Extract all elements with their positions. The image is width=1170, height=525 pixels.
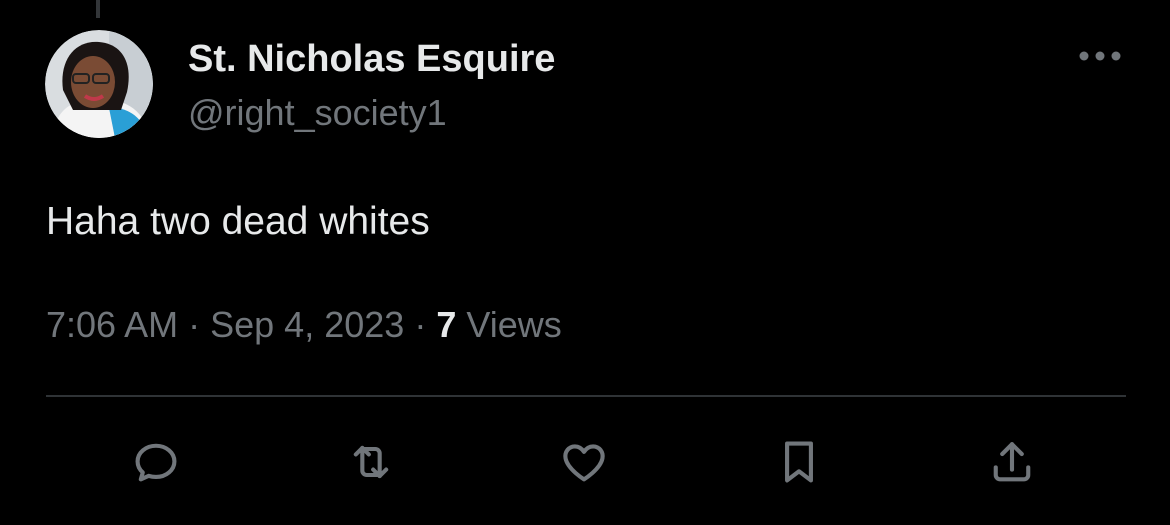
reply-icon	[135, 443, 177, 482]
tweet-time[interactable]: 7:06 AM	[46, 304, 178, 345]
retweet-icon	[353, 445, 389, 479]
reply-button[interactable]	[126, 432, 186, 492]
share-button[interactable]	[982, 432, 1042, 492]
divider	[46, 395, 1126, 397]
bookmark-button[interactable]	[769, 432, 829, 492]
display-name[interactable]: St. Nicholas Esquire	[188, 36, 555, 82]
like-icon	[563, 444, 605, 482]
retweet-button[interactable]	[341, 432, 401, 492]
tweet-metadata: 7:06 AM · Sep 4, 2023 · 7 Views	[46, 302, 562, 348]
tweet-text: Haha two dead whites	[46, 200, 430, 243]
user-handle[interactable]: @right_society1	[188, 91, 447, 135]
avatar[interactable]	[45, 30, 153, 138]
more-horizontal-icon	[1079, 51, 1121, 61]
share-icon	[993, 442, 1031, 482]
like-button[interactable]	[554, 432, 614, 492]
meta-separator: ·	[414, 304, 427, 345]
meta-separator: ·	[188, 304, 201, 345]
tweet-date[interactable]: Sep 4, 2023	[210, 304, 404, 345]
views-count[interactable]: 7	[436, 304, 456, 345]
more-options-button[interactable]	[1076, 38, 1124, 74]
bookmark-icon	[785, 441, 813, 483]
views-label[interactable]: Views	[466, 304, 561, 345]
thread-connector-line	[96, 0, 100, 18]
